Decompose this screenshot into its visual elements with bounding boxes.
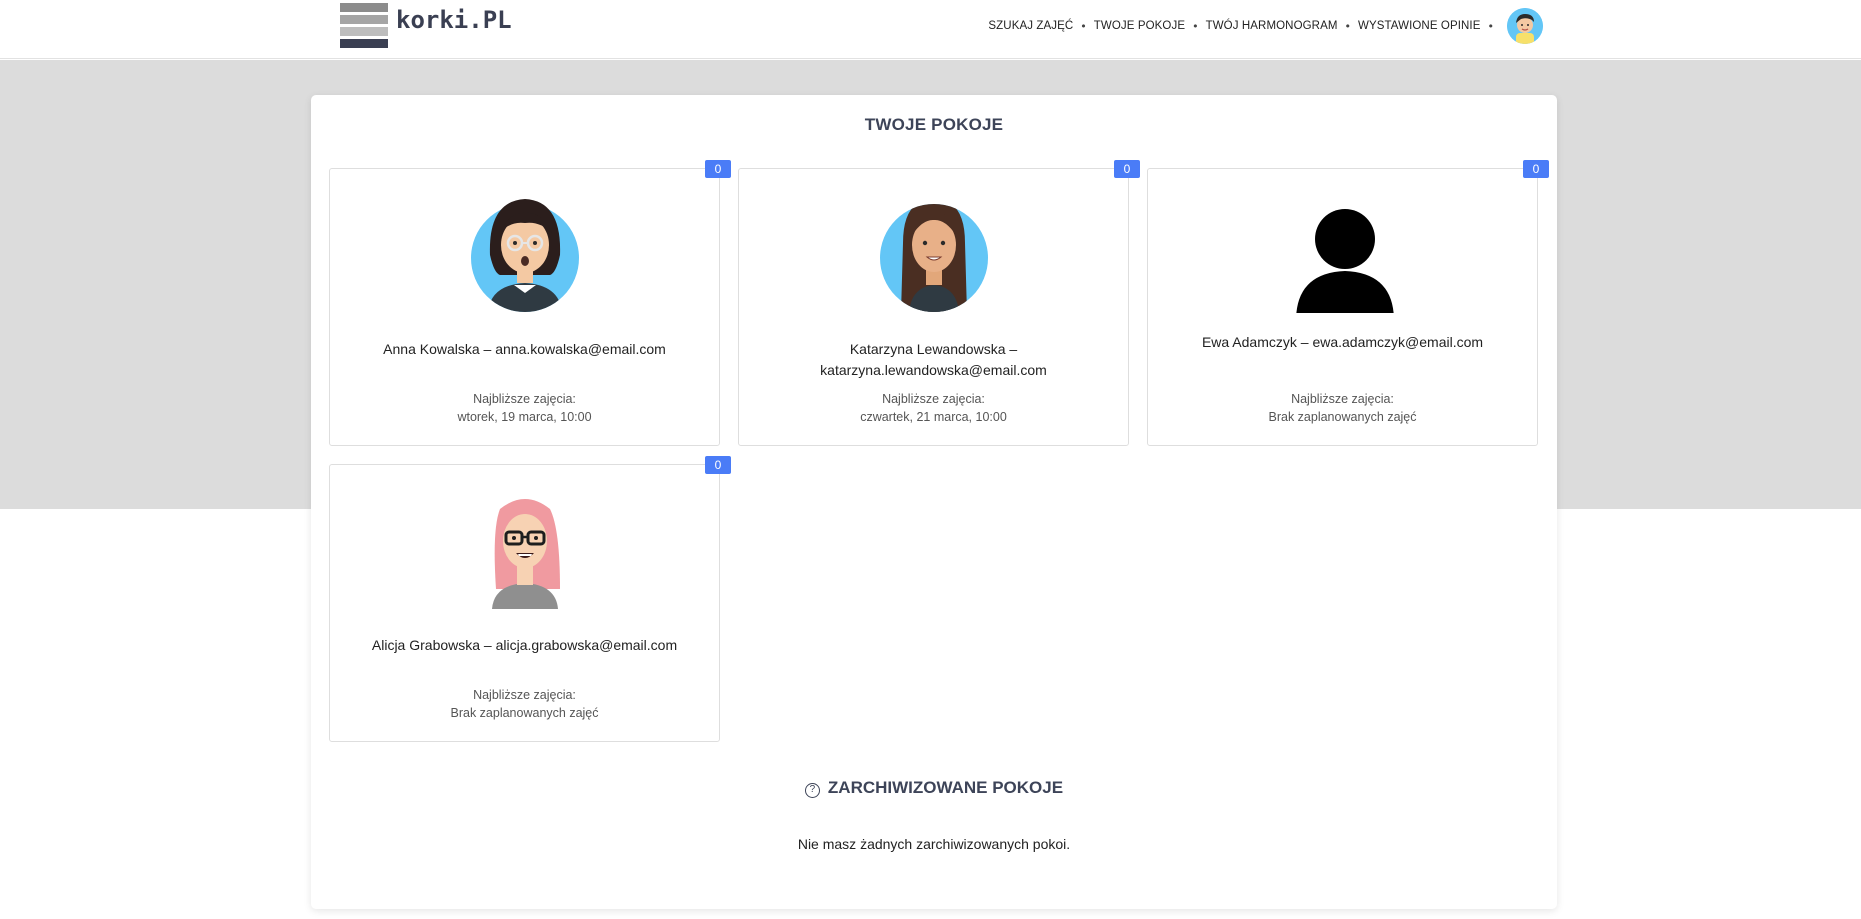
woman-pink-hair-avatar-icon: [470, 489, 580, 609]
archive-heading: ? ZARCHIWIZOWANE POKOJE: [311, 778, 1557, 798]
main-nav: SZUKAJ ZAJĘĆ • TWOJE POKOJE • TWÓJ HARMO…: [988, 8, 1543, 44]
next-class-value: czwartek, 21 marca, 10:00: [860, 410, 1007, 424]
question-circle-icon[interactable]: ?: [804, 783, 820, 798]
room-participant: Alicja Grabowska – alicja.grabowska@emai…: [371, 637, 678, 653]
next-class-value: wtorek, 19 marca, 10:00: [457, 410, 592, 424]
room-card[interactable]: 0 Anna Kowalska – anna.kowalska@email.co…: [329, 160, 731, 446]
next-class-value: Brak zaplanowanych zajęć: [450, 706, 599, 720]
unread-badge: 0: [705, 160, 731, 178]
default-user-silhouette-icon: [1288, 193, 1398, 321]
next-class-label: Najbliższe zajęcia:: [882, 392, 985, 406]
nav-wystawione-opinie[interactable]: WYSTAWIONE OPINIE: [1358, 20, 1480, 32]
nav-separator: •: [1344, 19, 1352, 33]
logo[interactable]: korki.PL: [340, 3, 512, 53]
next-class-value: Brak zaplanowanych zajęć: [1268, 410, 1417, 424]
nav-twoje-pokoje[interactable]: TWOJE POKOJE: [1094, 20, 1185, 32]
logo-text: korki.PL: [396, 6, 512, 34]
archive-empty-message: Nie masz żadnych zarchiwizowanych pokoi.: [797, 836, 1071, 852]
next-class-label: Najbliższe zajęcia:: [473, 392, 576, 406]
room-participant: Anna Kowalska – anna.kowalska@email.com: [383, 341, 666, 357]
room-participant: Katarzyna Lewandowska – katarzyna.lewand…: [820, 341, 1047, 378]
logo-mark-icon: [340, 3, 388, 51]
user-avatar-icon[interactable]: [1507, 8, 1543, 44]
room-card[interactable]: 0 Ewa Adamczyk – ewa.adamczyk@email.com …: [1147, 160, 1549, 446]
unread-badge: 0: [705, 456, 731, 474]
nav-twoj-harmonogram[interactable]: TWÓJ HARMONOGRAM: [1206, 20, 1338, 32]
room-card[interactable]: 0 Alicja Grabowska – alicja.grabowska@em…: [329, 456, 731, 742]
next-class-label: Najbliższe zajęcia:: [1291, 392, 1394, 406]
archive-title-text: ZARCHIWIZOWANE POKOJE: [827, 778, 1064, 797]
rooms-panel: TWOJE POKOJE 0 Anna Kowalska – anna.kowa…: [311, 95, 1557, 909]
nav-separator: •: [1080, 19, 1087, 33]
nav-szukaj-zajec[interactable]: SZUKAJ ZAJĘĆ: [988, 20, 1073, 32]
unread-badge: 0: [1114, 160, 1140, 178]
room-participant: Ewa Adamczyk – ewa.adamczyk@email.com: [1201, 334, 1484, 350]
woman-long-hair-avatar-icon: [879, 193, 989, 313]
page-title: TWOJE POKOJE: [864, 115, 1004, 134]
nav-separator: •: [1192, 19, 1199, 33]
nav-separator: •: [1487, 19, 1495, 33]
woman-glasses-avatar-icon: [470, 193, 580, 313]
room-card[interactable]: 0 Katarzyna Lewandowska – katarzyna.lewa…: [738, 160, 1140, 446]
unread-badge: 0: [1523, 160, 1549, 178]
next-class-label: Najbliższe zajęcia:: [473, 688, 576, 702]
top-navbar: korki.PL SZUKAJ ZAJĘĆ • TWOJE POKOJE • T…: [0, 0, 1861, 59]
